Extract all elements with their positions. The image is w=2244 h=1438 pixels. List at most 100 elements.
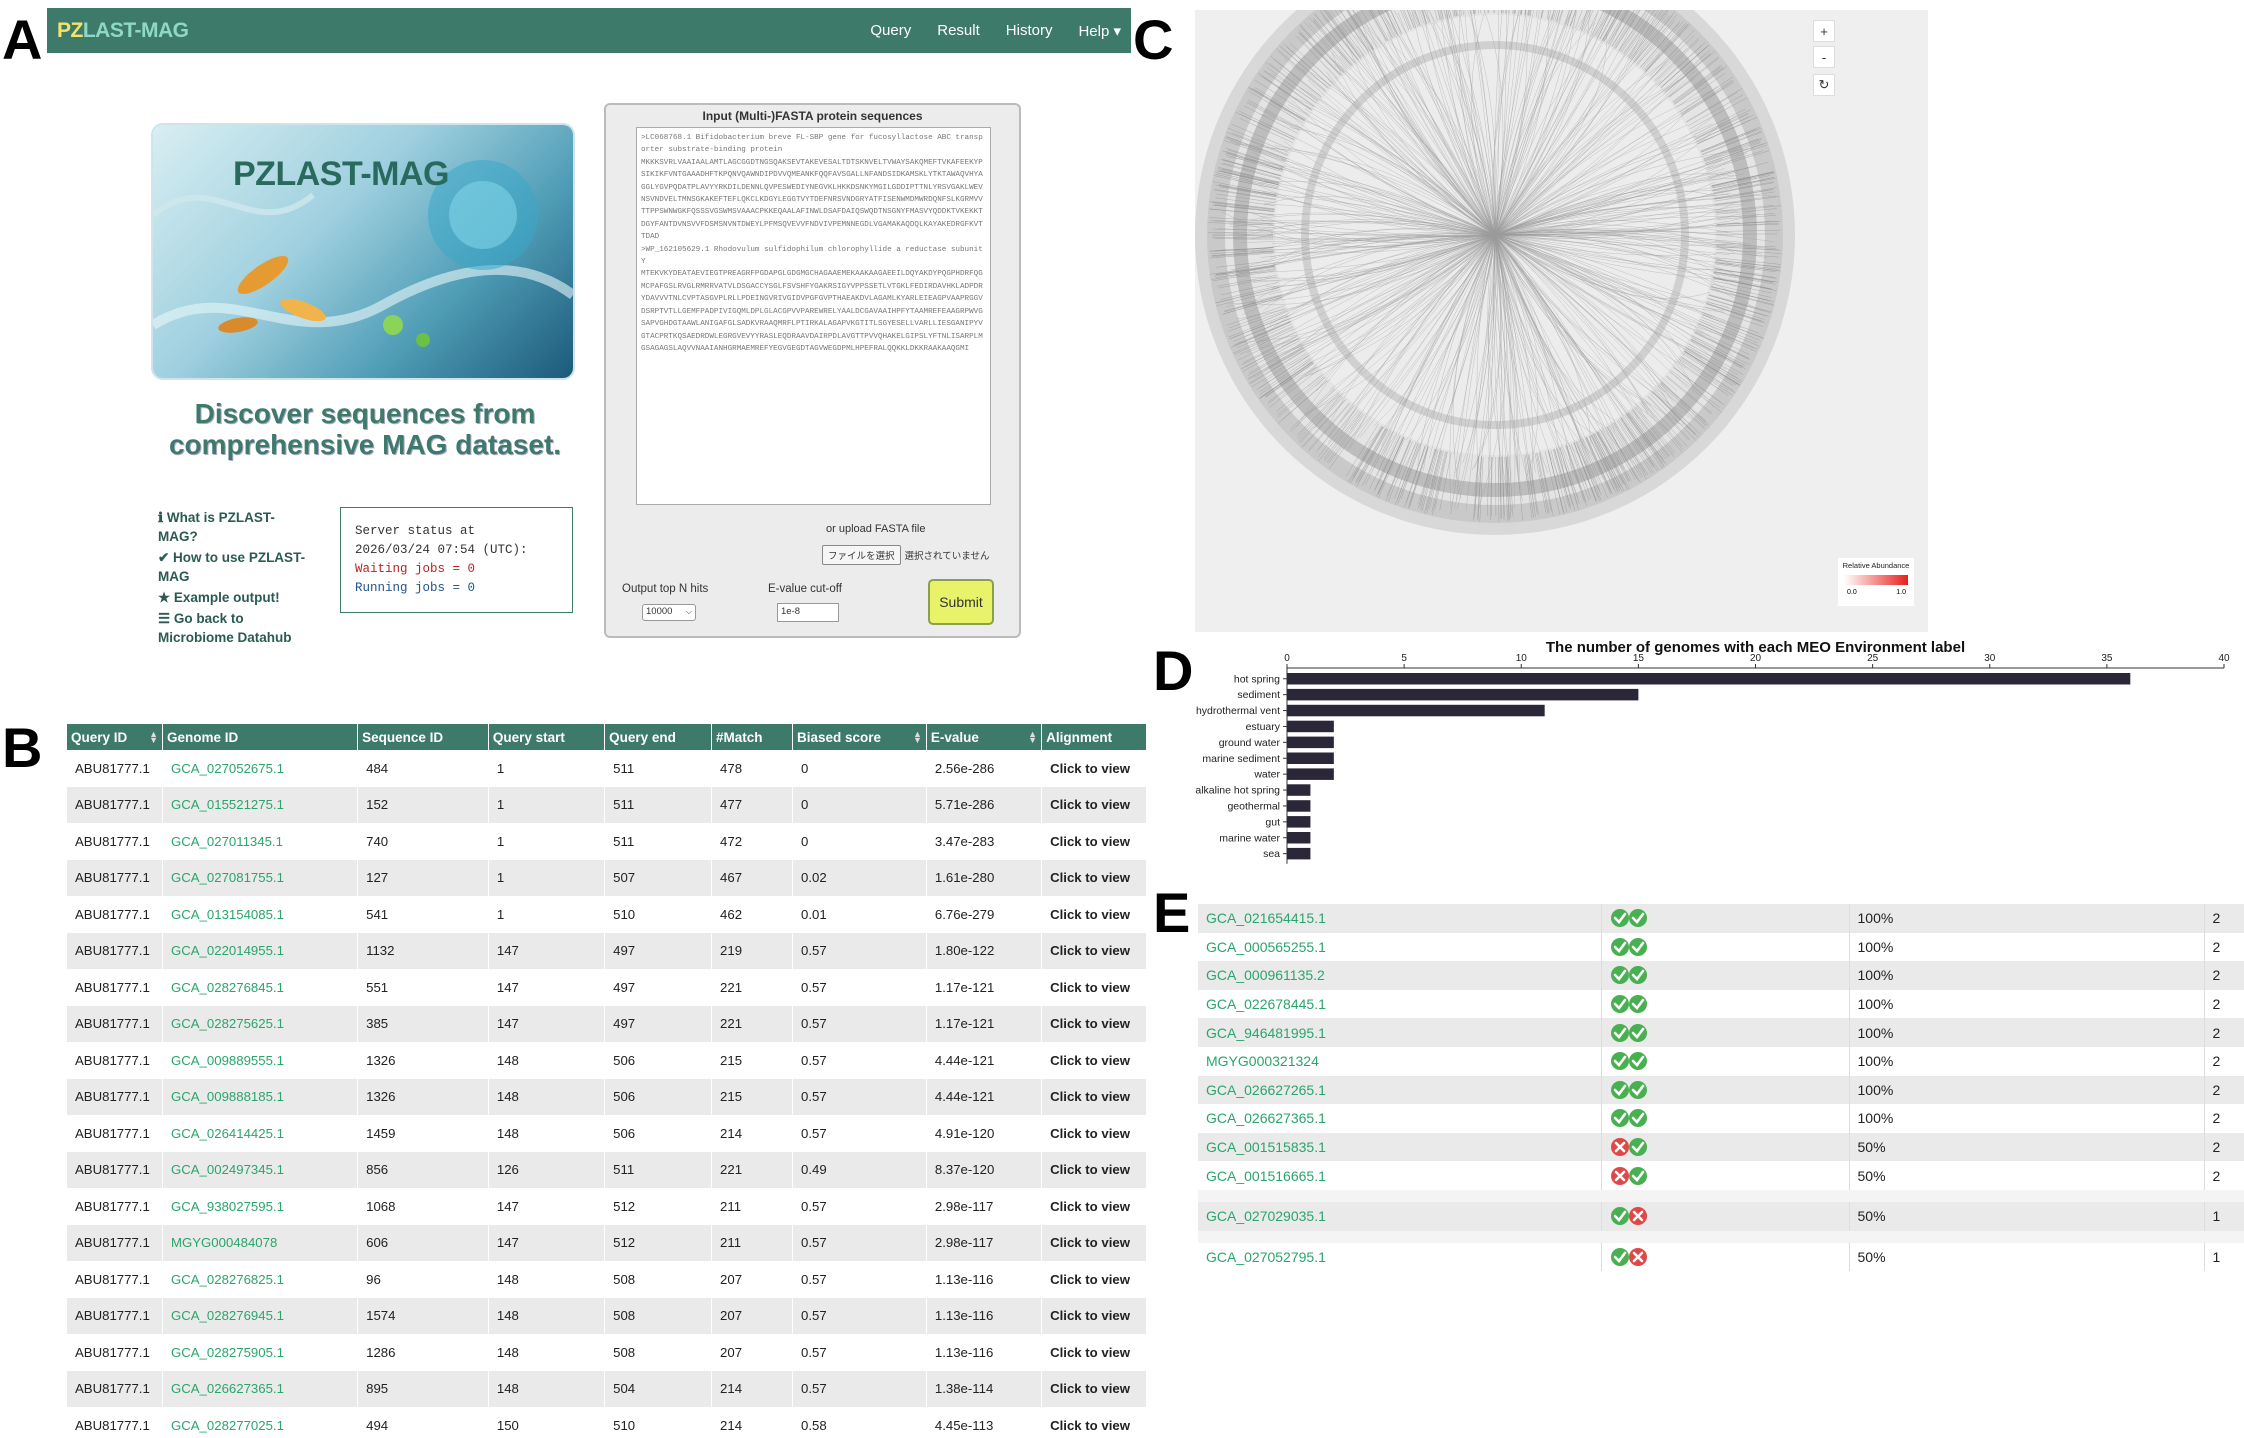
- table-row[interactable]: ABU81777.1 GCA_028275625.1 385 147 497 221 0.5…: [67, 1005, 1147, 1042]
- topn-select[interactable]: 10000 ⌵: [642, 604, 696, 621]
- table-row[interactable]: ABU81777.1 GCA_026627365.1 895 148 504 214 0.5…: [67, 1370, 1147, 1407]
- cell-genome-id[interactable]: MGYG000321324: [1198, 1046, 1602, 1076]
- cell-alignment-link[interactable]: Click to view: [1041, 1297, 1147, 1334]
- cell-alignment-link[interactable]: Click to view: [1041, 1261, 1147, 1298]
- cell-alignment-link[interactable]: Click to view: [1041, 859, 1147, 896]
- cell-genome-id[interactable]: GCA_028275625.1: [162, 1005, 359, 1042]
- col-biased-score[interactable]: Biased score ▲ ▼: [792, 724, 927, 750]
- col-query-start[interactable]: Query start: [488, 724, 606, 750]
- table-row[interactable]: ABU81777.1 GCA_028276825.1 96 148 508 207 0.57…: [67, 1261, 1147, 1298]
- cell-alignment-link[interactable]: Click to view: [1041, 932, 1147, 969]
- table-row[interactable]: GCA_021654415.1 100% 2: [1198, 904, 2244, 933]
- cell-alignment-link[interactable]: Click to view: [1041, 1042, 1147, 1079]
- link-what-is[interactable]: ℹ What is PZLAST-MAG?: [158, 508, 308, 546]
- table-row[interactable]: GCA_001516665.1 50% 2: [1198, 1161, 2244, 1190]
- link-microbiome-datahub[interactable]: ☰ Go back to Microbiome Datahub: [158, 609, 308, 647]
- brand-logo[interactable]: PZLAST-MAG: [57, 19, 189, 43]
- table-row[interactable]: ABU81777.1 GCA_028275905.1 1286 148 508 207 0.…: [67, 1334, 1147, 1371]
- table-row[interactable]: ABU81777.1 MGYG000484078 606 147 512 211 0.57 2…: [67, 1224, 1147, 1261]
- cell-alignment-link[interactable]: Click to view: [1041, 896, 1147, 933]
- table-row[interactable]: ABU81777.1 GCA_009889555.1 1326 148 506 215 0.…: [67, 1042, 1147, 1079]
- col-evalue[interactable]: E-value ▲ ▼: [926, 724, 1043, 750]
- cell-genome-id[interactable]: GCA_000961135.2: [1198, 961, 1602, 990]
- link-how-to-use[interactable]: ✔ How to use PZLAST-MAG: [158, 548, 308, 586]
- table-row[interactable]: GCA_000565255.1 100% 2: [1198, 932, 2244, 962]
- cell-genome-id[interactable]: GCA_022678445.1: [1198, 989, 1602, 1019]
- table-row[interactable]: MGYG000321324 100% 2: [1198, 1046, 2244, 1076]
- table-row[interactable]: GCA_022678445.1 100% 2: [1198, 989, 2244, 1019]
- col-query-id[interactable]: Query ID ▲ ▼: [67, 724, 163, 750]
- nav-query[interactable]: Query: [870, 22, 911, 40]
- cell-genome-id[interactable]: GCA_000565255.1: [1198, 932, 1602, 962]
- cell-alignment-link[interactable]: Click to view: [1041, 1224, 1147, 1261]
- col-genome-id[interactable]: Genome ID: [162, 724, 359, 750]
- table-row[interactable]: ABU81777.1 GCA_002497345.1 856 126 511 221 0.4…: [67, 1151, 1147, 1188]
- link-example-output[interactable]: ★ Example output!: [158, 588, 308, 607]
- cell-genome-id[interactable]: GCA_028276945.1: [162, 1297, 359, 1334]
- reset-icon[interactable]: ↻: [1813, 74, 1835, 96]
- cell-genome-id[interactable]: GCA_027011345.1: [162, 823, 359, 860]
- cell-genome-id[interactable]: GCA_009888185.1: [162, 1078, 359, 1115]
- table-row[interactable]: ABU81777.1 GCA_027011345.1 740 1 511 472 0 3.47…: [67, 823, 1147, 860]
- table-row[interactable]: ABU81777.1 GCA_027052675.1 484 1 511 478 0 2.56…: [67, 750, 1147, 787]
- sequence-textarea[interactable]: >LC068768.1 Bifidobacterium breve FL-SBP…: [636, 127, 991, 505]
- cell-genome-id[interactable]: GCA_001515835.1: [1198, 1132, 1602, 1162]
- table-row[interactable]: GCA_946481995.1 100% 2: [1198, 1018, 2244, 1047]
- cell-genome-id[interactable]: GCA_946481995.1: [1198, 1018, 1602, 1047]
- cell-genome-id[interactable]: GCA_938027595.1: [162, 1188, 359, 1225]
- table-row[interactable]: ABU81777.1 GCA_028277025.1 494 150 510 214 0.5…: [67, 1407, 1147, 1438]
- table-row[interactable]: GCA_000961135.2 100% 2: [1198, 961, 2244, 990]
- cell-alignment-link[interactable]: Click to view: [1041, 1078, 1147, 1115]
- cell-alignment-link[interactable]: Click to view: [1041, 750, 1147, 787]
- cell-alignment-link[interactable]: Click to view: [1041, 786, 1147, 823]
- cell-genome-id[interactable]: GCA_026627365.1: [1198, 1104, 1602, 1133]
- phylo-tree[interactable]: [1195, 10, 1928, 632]
- table-row[interactable]: ABU81777.1 GCA_015521275.1 152 1 511 477 0 5.71…: [67, 786, 1147, 823]
- file-choose-button[interactable]: ファイルを選択: [822, 545, 901, 565]
- cell-genome-id[interactable]: GCA_028276825.1: [162, 1261, 359, 1298]
- cell-alignment-link[interactable]: Click to view: [1041, 969, 1147, 1006]
- table-row[interactable]: GCA_026627265.1 100% 2: [1198, 1075, 2244, 1105]
- cell-alignment-link[interactable]: Click to view: [1041, 1151, 1147, 1188]
- table-row[interactable]: GCA_026627365.1 100% 2: [1198, 1104, 2244, 1133]
- cell-genome-id[interactable]: GCA_028277025.1: [162, 1407, 359, 1438]
- table-row[interactable]: ABU81777.1 GCA_013154085.1 541 1 510 462 0.01 6…: [67, 896, 1147, 933]
- table-row[interactable]: ABU81777.1 GCA_022014955.1 1132 147 497 219 0.…: [67, 932, 1147, 969]
- col-match[interactable]: #Match: [711, 724, 793, 750]
- cell-alignment-link[interactable]: Click to view: [1041, 1370, 1147, 1407]
- cell-alignment-link[interactable]: Click to view: [1041, 1005, 1147, 1042]
- cell-genome-id[interactable]: GCA_026627265.1: [1198, 1075, 1602, 1105]
- cell-genome-id[interactable]: GCA_027081755.1: [162, 859, 359, 896]
- cell-alignment-link[interactable]: Click to view: [1041, 1115, 1147, 1152]
- nav-help[interactable]: Help ▾: [1078, 22, 1121, 40]
- zoom-in-button[interactable]: +: [1813, 20, 1835, 42]
- evalue-input[interactable]: 1e-8: [777, 603, 839, 622]
- cell-genome-id[interactable]: GCA_022014955.1: [162, 932, 359, 969]
- cell-genome-id[interactable]: GCA_002497345.1: [162, 1151, 359, 1188]
- cell-genome-id[interactable]: GCA_027029035.1: [1198, 1201, 1602, 1231]
- submit-button[interactable]: Submit: [928, 579, 994, 625]
- cell-alignment-link[interactable]: Click to view: [1041, 823, 1147, 860]
- cell-genome-id[interactable]: GCA_026414425.1: [162, 1115, 359, 1152]
- cell-alignment-link[interactable]: Click to view: [1041, 1188, 1147, 1225]
- cell-genome-id[interactable]: GCA_027052675.1: [162, 750, 359, 787]
- table-row[interactable]: GCA_027029035.1 50% 1: [1198, 1201, 2244, 1231]
- cell-genome-id[interactable]: GCA_026627365.1: [162, 1370, 359, 1407]
- table-row[interactable]: ABU81777.1 GCA_028276845.1 551 147 497 221 0.5…: [67, 969, 1147, 1006]
- cell-genome-id[interactable]: GCA_009889555.1: [162, 1042, 359, 1079]
- col-alignment[interactable]: Alignment: [1041, 724, 1147, 750]
- cell-genome-id[interactable]: GCA_015521275.1: [162, 786, 359, 823]
- cell-genome-id[interactable]: MGYG000484078: [162, 1224, 359, 1261]
- table-row[interactable]: ABU81777.1 GCA_028276945.1 1574 148 508 207 0.…: [67, 1297, 1147, 1334]
- table-row[interactable]: GCA_027052795.1 50% 1: [1198, 1242, 2244, 1272]
- table-row[interactable]: ABU81777.1 GCA_009888185.1 1326 148 506 215 0.…: [67, 1078, 1147, 1115]
- cell-genome-id[interactable]: GCA_021654415.1: [1198, 904, 1602, 933]
- cell-genome-id[interactable]: GCA_028275905.1: [162, 1334, 359, 1371]
- cell-genome-id[interactable]: GCA_028276845.1: [162, 969, 359, 1006]
- cell-genome-id[interactable]: GCA_001516665.1: [1198, 1161, 1602, 1190]
- table-row[interactable]: ABU81777.1 GCA_027081755.1 127 1 507 467 0.02 1…: [67, 859, 1147, 896]
- table-row[interactable]: ABU81777.1 GCA_026414425.1 1459 148 506 214 0.…: [67, 1115, 1147, 1152]
- cell-alignment-link[interactable]: Click to view: [1041, 1407, 1147, 1438]
- col-query-end[interactable]: Query end: [604, 724, 713, 750]
- cell-alignment-link[interactable]: Click to view: [1041, 1334, 1147, 1371]
